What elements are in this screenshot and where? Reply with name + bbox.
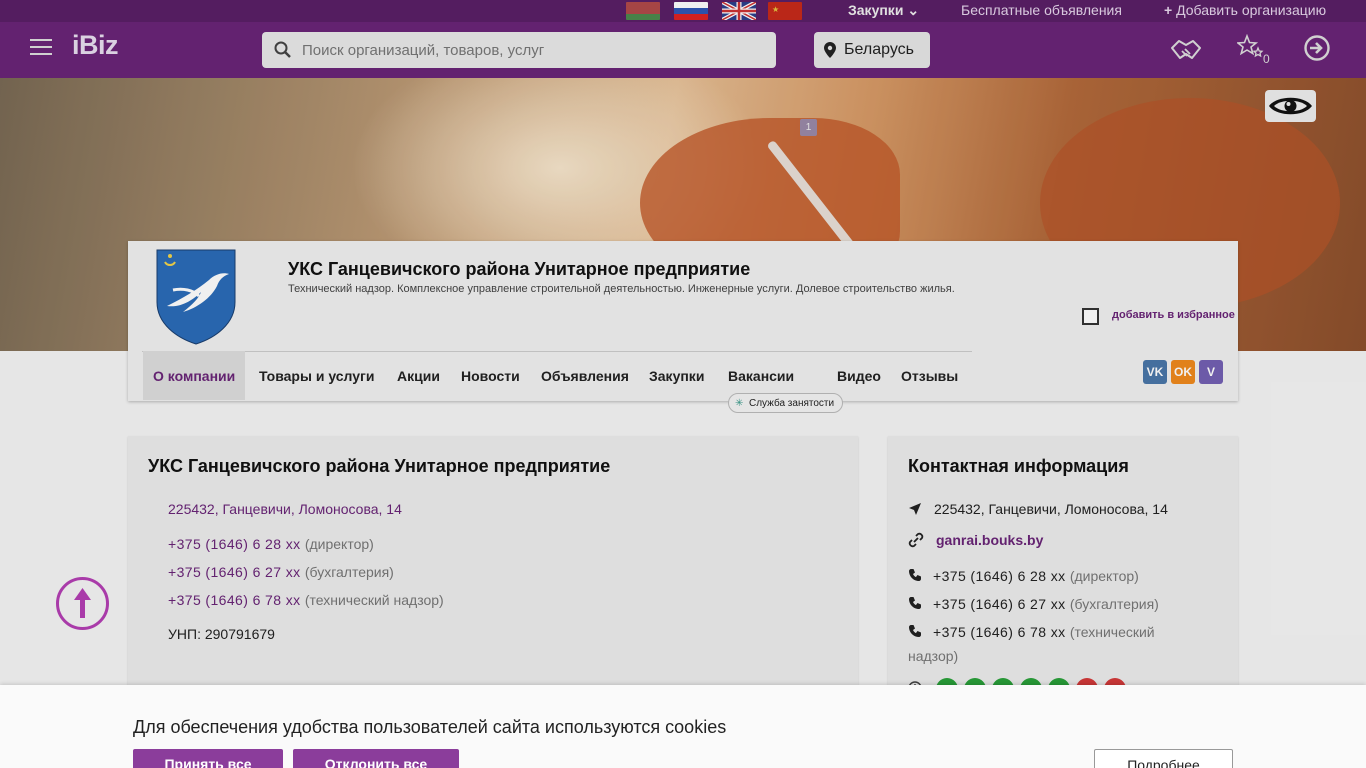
login-icon[interactable] (1303, 34, 1331, 62)
viber-share-icon[interactable]: V (1199, 360, 1223, 384)
tab-about[interactable]: О компании (143, 351, 246, 400)
search-bar[interactable] (262, 32, 776, 68)
tab-ads[interactable]: Объявления (541, 351, 629, 400)
tab-reviews[interactable]: Отзывы (901, 351, 958, 400)
about-phone-3[interactable]: +375 (1646) 6 78 хх (технический надзор) (168, 592, 444, 608)
contacts-website-link[interactable]: ganrai.bouks.by (936, 532, 1043, 548)
procurement-menu[interactable]: Закупки ⌄ (848, 2, 919, 19)
phone-number: +375 (1646) 6 27 хх (933, 596, 1066, 612)
tab-products-services[interactable]: Товары и услуги (259, 351, 374, 400)
phone-icon (909, 625, 921, 637)
plus-icon: + (1164, 2, 1173, 18)
phone-note: (директор) (1069, 568, 1139, 584)
link-icon (908, 532, 924, 548)
unp-number: УНП: 290791679 (168, 626, 275, 642)
contacts-phone-2[interactable]: +375 (1646) 6 27 хх (бухгалтерия) (933, 596, 1159, 612)
decline-all-button[interactable]: Отклонить все (293, 749, 459, 768)
contacts-phone-1[interactable]: +375 (1646) 6 28 хх (директор) (933, 568, 1139, 584)
company-emblem (156, 249, 236, 345)
add-organization-link[interactable]: + Добавить организацию (1164, 2, 1326, 18)
phone-number: +375 (1646) 6 78 хх (933, 624, 1066, 640)
add-favorite-checkbox[interactable] (1082, 308, 1099, 325)
tab-promotions[interactable]: Акции (397, 351, 440, 400)
company-name: УКС Ганцевичского района Унитарное предп… (288, 259, 751, 279)
navigation-arrow-icon (909, 503, 921, 515)
vk-share-icon[interactable]: VK (1143, 360, 1167, 384)
procurement-label: Закупки (848, 2, 904, 18)
contacts-title: Контактная информация (908, 456, 1129, 476)
about-address-link[interactable]: 225432, Ганцевичи, Ломоносова, 14 (168, 501, 402, 517)
contacts-phone-3-note-cont: надзор) (908, 648, 958, 664)
phone-note: (технический надзор) (304, 592, 444, 608)
chevron-down-icon: ⌄ (907, 2, 920, 18)
russia-flag-icon[interactable] (674, 2, 708, 20)
add-organization-label: Добавить организацию (1176, 2, 1327, 18)
main-header: iBiz Беларусь 0 (0, 22, 1366, 78)
phone-icon (909, 569, 921, 581)
accept-all-button[interactable]: Принять все (133, 749, 283, 768)
menu-icon[interactable] (30, 39, 52, 55)
tab-video[interactable]: Видео (837, 351, 881, 400)
china-flag-icon[interactable]: ★ (768, 2, 802, 20)
phone-number: +375 (1646) 6 28 хх (168, 536, 301, 552)
tab-procurement[interactable]: Закупки (649, 351, 704, 400)
phone-number: +375 (1646) 6 28 хх (933, 568, 1066, 584)
search-input[interactable] (302, 32, 762, 68)
tab-news[interactable]: Новости (461, 351, 520, 400)
about-title: УКС Ганцевичского района Унитарное предп… (148, 456, 611, 476)
belarus-flag-icon[interactable] (626, 2, 660, 20)
company-description: Технический надзор. Комплексное управлен… (288, 283, 955, 295)
country-selector[interactable]: Беларусь (814, 32, 930, 68)
cookie-message: Для обеспечения удобства пользователей с… (133, 717, 727, 737)
phone-icon (909, 597, 921, 609)
top-strip: ★ Закупки ⌄ Бесплатные объявления + Доба… (0, 0, 1366, 22)
phone-note: (бухгалтерия) (304, 564, 394, 580)
search-icon (274, 41, 291, 58)
free-ads-link[interactable]: Бесплатные объявления (961, 2, 1122, 18)
favorites-stars-icon[interactable] (1237, 34, 1265, 62)
about-phone-1[interactable]: +375 (1646) 6 28 хх (директор) (168, 536, 374, 552)
phone-note: надзор) (908, 648, 959, 664)
contacts-phone-3[interactable]: +375 (1646) 6 78 хх (технический (933, 624, 1155, 640)
vacancies-count-badge: 1 (800, 119, 817, 136)
more-info-button[interactable]: Подробнее (1094, 749, 1233, 768)
site-logo[interactable]: iBiz (72, 30, 119, 61)
scroll-to-top-button[interactable] (56, 577, 109, 630)
employment-service-label: Служба занятости (749, 398, 835, 409)
phone-note: (технический (1069, 624, 1155, 640)
contacts-address: 225432, Ганцевичи, Ломоносова, 14 (934, 501, 1168, 517)
phone-number: +375 (1646) 6 27 хх (168, 564, 301, 580)
company-card: УКС Ганцевичского района Унитарное предп… (128, 241, 1238, 401)
favorites-count: 0 (1263, 52, 1270, 66)
country-label: Беларусь (844, 41, 914, 58)
phone-number: +375 (1646) 6 78 хх (168, 592, 301, 608)
add-favorite-label[interactable]: добавить в избранное (1112, 309, 1235, 321)
sparkle-icon: ✳ (735, 398, 744, 409)
accessibility-eye-icon[interactable] (1265, 90, 1316, 122)
phone-note: (бухгалтерия) (1069, 596, 1159, 612)
cookie-banner: Для обеспечения удобства пользователей с… (0, 685, 1366, 768)
ok-share-icon[interactable]: OK (1171, 360, 1195, 384)
arrow-up-icon (74, 588, 91, 618)
employment-service-tag[interactable]: ✳ Служба занятости (728, 393, 844, 413)
location-pin-icon (824, 42, 836, 58)
handshake-icon[interactable] (1170, 34, 1202, 66)
svg-text:★: ★ (772, 5, 779, 14)
about-phone-2[interactable]: +375 (1646) 6 27 хх (бухгалтерия) (168, 564, 394, 580)
uk-flag-icon[interactable] (721, 0, 757, 22)
phone-note: (директор) (304, 536, 374, 552)
